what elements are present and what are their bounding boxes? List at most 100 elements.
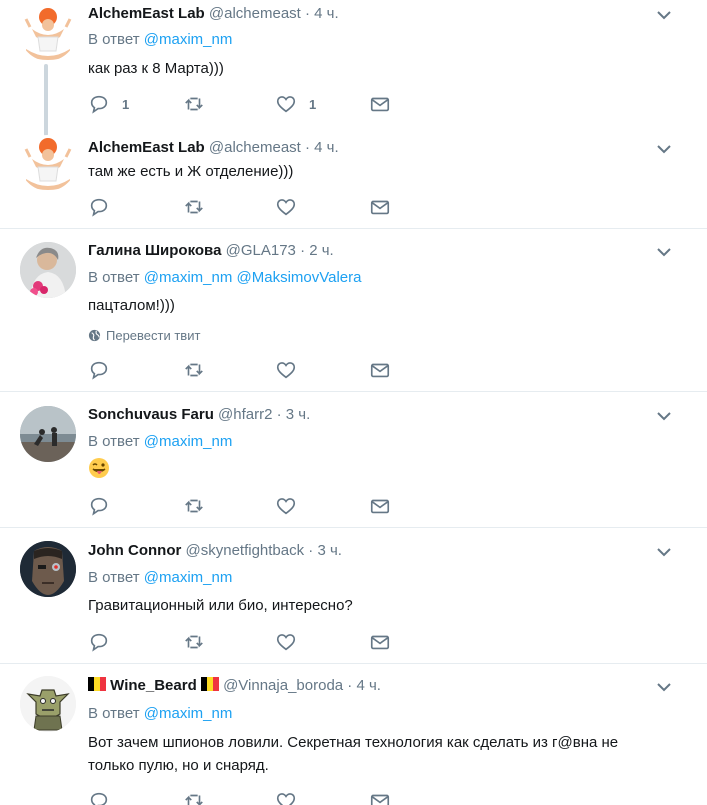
retweet-icon	[185, 200, 203, 214]
separator-dot: ·	[305, 5, 310, 22]
retweet-button[interactable]	[183, 495, 205, 517]
tweet-text: Гравитационный или био, интересно?	[88, 597, 353, 614]
reply-prefix: В ответ	[88, 269, 140, 286]
globe-icon	[88, 329, 101, 342]
mention-link[interactable]: @maxim_nm	[144, 705, 233, 722]
author-handle[interactable]: @Vinnaja_boroda	[223, 677, 343, 694]
retweet-button[interactable]	[183, 359, 205, 381]
mention-link[interactable]: @maxim_nm	[144, 269, 233, 286]
like-button[interactable]	[275, 631, 297, 653]
mention-link[interactable]: @MaksimovValera	[237, 269, 362, 286]
timestamp[interactable]: 4 ч.	[314, 139, 339, 156]
avatar[interactable]	[20, 541, 76, 597]
direct-message-button[interactable]	[369, 790, 391, 805]
chevron-down-icon[interactable]	[655, 678, 673, 696]
heart-icon	[276, 498, 296, 515]
reply-icon	[90, 633, 108, 652]
reply-button[interactable]: 1	[88, 93, 129, 115]
retweet-button[interactable]	[183, 196, 205, 218]
author-name[interactable]: AlchemEast Lab	[88, 5, 205, 22]
chevron-down-icon[interactable]	[655, 140, 673, 158]
author-handle[interactable]: @GLA173	[226, 242, 296, 259]
avatar[interactable]	[20, 676, 76, 732]
direct-message-button[interactable]	[369, 495, 391, 517]
timestamp[interactable]: 3 ч.	[286, 406, 311, 423]
chevron-down-icon[interactable]	[655, 6, 673, 24]
avatar[interactable]	[20, 5, 76, 61]
reply-prefix: В ответ	[88, 31, 140, 48]
direct-message-button[interactable]	[369, 93, 391, 115]
reply-icon	[90, 792, 108, 805]
reply-icon	[90, 198, 108, 217]
reply-prefix: В ответ	[88, 705, 140, 722]
like-button[interactable]	[275, 359, 297, 381]
like-button[interactable]	[275, 790, 297, 805]
reply-icon	[90, 497, 108, 516]
author-name[interactable]: AlchemEast Lab	[88, 139, 205, 156]
author-name[interactable]: Галина Широкова	[88, 242, 221, 259]
timestamp[interactable]: 3 ч.	[317, 542, 342, 559]
belgium-flag-icon	[88, 677, 106, 691]
direct-message-button[interactable]	[369, 196, 391, 218]
reply-count: 1	[122, 96, 130, 112]
like-button[interactable]	[275, 495, 297, 517]
retweet-icon	[185, 97, 203, 111]
chevron-down-icon[interactable]	[655, 407, 673, 425]
retweet-icon	[185, 499, 203, 513]
tweet-5[interactable]: John Connor @skynetfightback · 3 ч. В от…	[0, 527, 707, 663]
author-handle[interactable]: @alchemeast	[209, 139, 301, 156]
reply-button[interactable]	[88, 790, 110, 805]
tweet-header: AlchemEast Lab @alchemeast · 4 ч.	[88, 138, 339, 158]
tweet-1[interactable]: AlchemEast Lab @alchemeast · 4 ч. В отве…	[0, 0, 707, 136]
heart-icon	[276, 199, 296, 216]
reply-context: В ответ @maxim_nm @MaksimovValera	[88, 268, 361, 288]
tweet-6[interactable]: Wine_Beard @Vinnaja_boroda · 4 ч. В отве…	[0, 663, 707, 805]
mention-link[interactable]: @maxim_nm	[144, 31, 233, 48]
author-handle[interactable]: @alchemeast	[209, 5, 301, 22]
heart-icon	[276, 793, 296, 805]
retweet-button[interactable]	[183, 93, 205, 115]
avatar[interactable]	[20, 242, 76, 298]
direct-message-button[interactable]	[369, 359, 391, 381]
reply-button[interactable]	[88, 495, 110, 517]
tweet-2[interactable]: AlchemEast Lab @alchemeast · 4 ч. там же…	[0, 128, 707, 228]
author-name[interactable]: Wine_Beard	[110, 677, 197, 694]
reply-button[interactable]	[88, 631, 110, 653]
heart-icon	[276, 96, 296, 113]
goblin-avatar-icon	[20, 676, 76, 732]
envelope-icon	[370, 635, 390, 650]
timestamp[interactable]: 4 ч.	[314, 5, 339, 22]
retweet-icon	[185, 363, 203, 377]
translate-tweet-link[interactable]: Перевести твит	[88, 328, 200, 343]
like-button[interactable]	[275, 196, 297, 218]
winking-face-with-tongue-icon	[89, 458, 109, 478]
chevron-down-icon[interactable]	[655, 543, 673, 561]
mention-link[interactable]: @maxim_nm	[144, 569, 233, 586]
chevron-down-icon[interactable]	[655, 243, 673, 261]
author-handle[interactable]: @hfarr2	[218, 406, 272, 423]
separator-dot: ·	[308, 542, 314, 559]
reply-button[interactable]	[88, 196, 110, 218]
direct-message-button[interactable]	[369, 631, 391, 653]
tweet-3[interactable]: Галина Широкова @GLA173 · 2 ч. В ответ @…	[0, 228, 707, 391]
avatar[interactable]	[20, 135, 76, 191]
reply-prefix: В ответ	[88, 569, 140, 586]
terminator-face-avatar-icon	[20, 541, 76, 597]
retweet-button[interactable]	[183, 790, 205, 805]
author-name[interactable]: John Connor	[88, 542, 181, 559]
avatar[interactable]	[20, 406, 76, 462]
heart-icon	[276, 362, 296, 379]
mention-link[interactable]: @maxim_nm	[144, 433, 233, 450]
tweet-header: AlchemEast Lab @alchemeast · 4 ч.	[88, 4, 339, 24]
thread-line	[44, 64, 48, 136]
separator-dot: ·	[347, 677, 353, 694]
envelope-icon	[370, 200, 390, 215]
reply-button[interactable]	[88, 359, 110, 381]
retweet-button[interactable]	[183, 631, 205, 653]
like-button[interactable]: 1	[275, 93, 316, 115]
timestamp[interactable]: 4 ч.	[356, 677, 381, 694]
timestamp[interactable]: 2 ч.	[309, 242, 334, 259]
author-name[interactable]: Sonchuvaus Faru	[88, 406, 214, 423]
author-handle[interactable]: @skynetfightback	[186, 542, 305, 559]
tweet-4[interactable]: Sonchuvaus Faru @hfarr2 · 3 ч. В ответ @…	[0, 391, 707, 527]
